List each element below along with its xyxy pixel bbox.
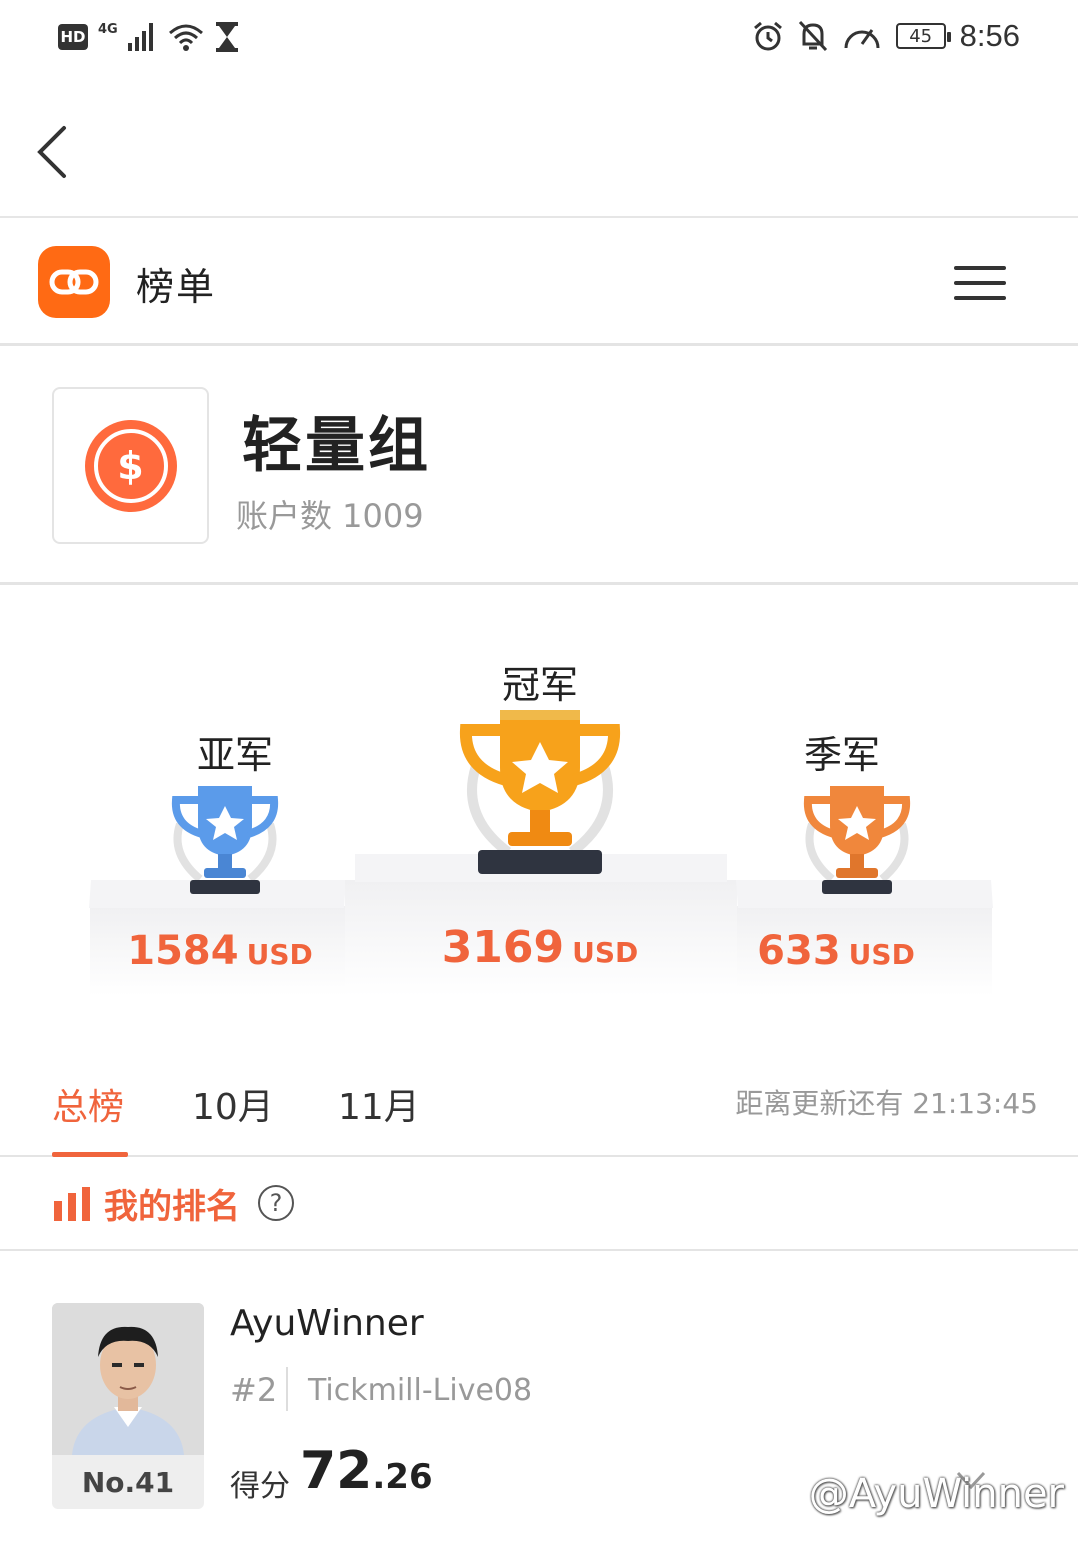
second-amount-value: 1584 — [127, 928, 239, 974]
speed-icon — [844, 29, 880, 49]
nav-bar — [0, 84, 1078, 218]
user-card[interactable]: No.41 AyuWinner #2 Tickmill-Live08 得分 72… — [0, 1253, 1078, 1558]
score-label: 得分 — [230, 1469, 290, 1504]
tab-november[interactable]: 11月 — [338, 1078, 420, 1130]
group-info: $ 轻量组 账户数 1009 — [0, 349, 1078, 585]
tab-october[interactable]: 10月 — [192, 1078, 274, 1130]
podium: 亚军 冠军 季军 1584 USD 3169 USD 633 USD — [0, 588, 1078, 1028]
user-photo — [52, 1303, 204, 1455]
app-header: 榜单 — [0, 220, 1078, 346]
clock: 8:56 — [959, 18, 1020, 53]
divider — [286, 1367, 288, 1411]
group-icon-box: $ — [52, 387, 209, 544]
account-count: 账户数 1009 — [236, 497, 424, 535]
signal-icon — [127, 23, 153, 51]
page-title: 榜单 — [136, 265, 217, 309]
first-place-amount: 3169 USD — [420, 922, 660, 973]
active-tab-indicator — [52, 1152, 128, 1157]
third-amount-currency: USD — [848, 938, 915, 971]
group-title: 轻量组 — [242, 411, 431, 481]
my-ranking-header: 我的排名 ? — [0, 1159, 1078, 1251]
hd-icon: HD — [58, 24, 88, 50]
hourglass-icon — [215, 22, 238, 52]
link-logo-icon — [49, 269, 99, 295]
bar-chart-icon — [54, 1187, 90, 1221]
third-place-amount: 633 USD — [716, 928, 956, 974]
coin-symbol: $ — [93, 428, 168, 503]
battery-indicator: 45 — [895, 23, 951, 49]
user-account: Tickmill-Live08 — [308, 1373, 533, 1408]
tab-overall[interactable]: 总榜 — [52, 1078, 124, 1130]
score-value: 72.26 — [300, 1441, 433, 1501]
network-type: 4G — [98, 21, 118, 37]
back-arrow-icon[interactable] — [34, 124, 74, 180]
third-amount-value: 633 — [757, 928, 841, 974]
third-place-label: 季军 — [803, 733, 880, 777]
rank-number: No.41 — [52, 1455, 204, 1509]
avatar — [52, 1303, 204, 1455]
silver-trophy-icon — [171, 786, 279, 894]
status-left: HD 4G — [58, 22, 240, 52]
second-place-label: 亚军 — [196, 733, 273, 777]
menu-icon[interactable] — [954, 266, 1006, 300]
period-tabs: 总榜 10月 11月 距离更新还有 21:13:45 — [0, 1058, 1078, 1157]
dollar-coin-icon: $ — [84, 419, 177, 512]
gold-trophy-icon — [459, 710, 621, 874]
my-ranking-title: 我的排名 — [104, 1187, 240, 1227]
first-amount-currency: USD — [572, 936, 639, 969]
help-icon[interactable]: ? — [258, 1185, 294, 1221]
watermark: @AyuWinner — [808, 1471, 1064, 1517]
mute-bell-icon — [798, 20, 827, 52]
wifi-icon — [168, 24, 203, 51]
score-integer: 72 — [300, 1441, 373, 1501]
status-right: 45 8:56 — [752, 18, 1020, 54]
score-decimal: .26 — [372, 1457, 433, 1497]
user-name: AyuWinner — [230, 1303, 424, 1344]
user-position: #2 — [230, 1371, 278, 1409]
status-bar: HD 4G 45 8:56 — [0, 0, 1078, 84]
second-place-amount: 1584 USD — [100, 928, 340, 974]
app-logo — [38, 246, 110, 318]
alarm-icon — [753, 21, 782, 51]
update-countdown: 距离更新还有 21:13:45 — [735, 1087, 1038, 1120]
first-place-label: 冠军 — [501, 663, 578, 707]
second-amount-currency: USD — [246, 938, 313, 971]
first-amount-value: 3169 — [441, 922, 565, 973]
bronze-trophy-icon — [803, 786, 911, 894]
